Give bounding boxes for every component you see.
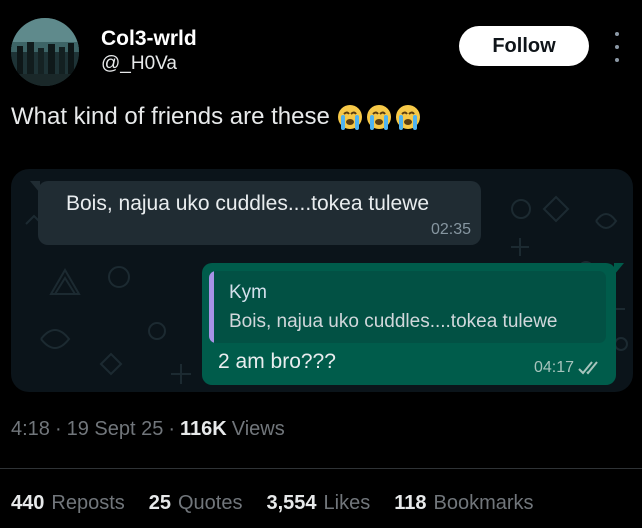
meta-separator: ·: [54, 418, 62, 440]
quotes-label: Quotes: [178, 492, 243, 514]
bookmarks-count: 118: [394, 492, 427, 514]
views-count: 116K: [180, 418, 227, 440]
quoted-reply: Kym Bois, najua uko cuddles....tokea tul…: [209, 271, 606, 343]
avatar[interactable]: [11, 18, 79, 86]
views-label: Views: [231, 418, 285, 440]
handle[interactable]: @_H0Va: [101, 53, 177, 75]
loudly-crying-face-icon: [366, 105, 391, 130]
loudly-crying-face-icon: [395, 105, 420, 130]
reposts-count: 440: [11, 492, 45, 514]
outgoing-message-text: 2 am bro???: [218, 350, 336, 373]
quote-bar: [209, 271, 214, 343]
post-meta: 4:18 · 19 Sept 25 · 116K Views: [11, 418, 285, 441]
likes-count: 3,554: [266, 492, 317, 514]
likes-label: Likes: [323, 492, 371, 514]
incoming-message-time: 02:35: [430, 221, 471, 238]
follow-button[interactable]: Follow: [459, 26, 589, 66]
quoted-sender-name: Kym: [229, 282, 267, 303]
divider: [0, 468, 642, 469]
quotes-stat[interactable]: 25 Quotes: [149, 492, 243, 515]
bookmarks-label: Bookmarks: [433, 492, 534, 514]
incoming-message: Bois, najua uko cuddles....tokea tulewe …: [30, 181, 481, 245]
avatar-image: [11, 18, 79, 86]
loudly-crying-face-icon: [337, 105, 362, 130]
more-options-icon[interactable]: [612, 32, 622, 62]
post-date[interactable]: 19 Sept 25: [67, 418, 164, 441]
chat-screenshot-image[interactable]: Bois, najua uko cuddles....tokea tulewe …: [11, 169, 633, 392]
emoji-row: [336, 103, 422, 131]
meta-separator: ·: [168, 418, 176, 440]
double-check-icon: [578, 361, 598, 375]
incoming-message-text: Bois, najua uko cuddles....tokea tulewe: [66, 192, 430, 215]
quotes-count: 25: [148, 492, 171, 514]
display-name[interactable]: Col3-wrld: [101, 27, 197, 51]
bookmarks-stat[interactable]: 118 Bookmarks: [394, 492, 533, 515]
engagement-stats: 440 Reposts 25 Quotes 3,554 Likes 118 Bo…: [11, 492, 534, 515]
outgoing-message: Kym Bois, najua uko cuddles....tokea tul…: [202, 263, 624, 385]
reposts-label: Reposts: [51, 492, 125, 514]
quoted-message-text: Bois, najua uko cuddles....tokea tulewe: [229, 311, 558, 332]
post-text-content: What kind of friends are these: [11, 103, 330, 130]
outgoing-message-time: 04:17: [533, 359, 574, 376]
post-time[interactable]: 4:18: [11, 418, 50, 441]
post-text: What kind of friends are these: [11, 103, 422, 131]
likes-stat[interactable]: 3,554 Likes: [266, 492, 370, 515]
reposts-stat[interactable]: 440 Reposts: [11, 492, 125, 515]
